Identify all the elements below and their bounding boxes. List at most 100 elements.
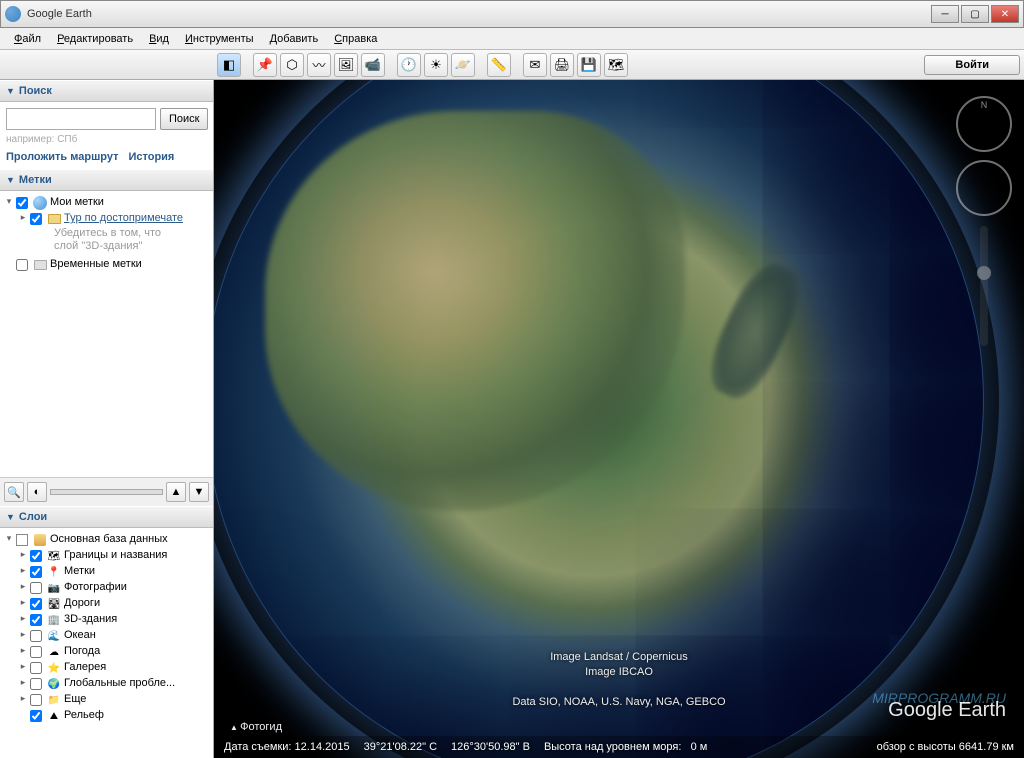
search-panel-header[interactable]: ▼ Поиск: [0, 80, 213, 102]
layer-item[interactable]: ▸📍Метки: [4, 564, 209, 580]
history-link[interactable]: История: [128, 151, 174, 163]
layer-check[interactable]: [30, 582, 42, 594]
expand-icon[interactable]: ▸: [18, 597, 28, 608]
eye-altitude-value: обзор с высоты 6641.79 км: [877, 741, 1014, 753]
layer-label: Океан: [64, 629, 209, 641]
expand-icon[interactable]: ▸: [18, 661, 28, 672]
expand-icon[interactable]: ▸: [18, 629, 28, 640]
expand-icon[interactable]: ▸: [18, 645, 28, 656]
places-contrast-button[interactable]: ◐: [27, 482, 47, 502]
layer-item[interactable]: ▸📁Еще: [4, 692, 209, 708]
expand-icon[interactable]: ▸: [18, 581, 28, 592]
minimize-button[interactable]: ─: [931, 5, 959, 23]
layer-label: Фотографии: [64, 581, 209, 593]
expand-icon[interactable]: ▸: [18, 549, 28, 560]
layer-check[interactable]: [30, 710, 42, 722]
imagery-date: Дата съемки: 12.14.2015: [224, 741, 350, 753]
search-button[interactable]: Поиск: [160, 108, 208, 130]
layer-item[interactable]: ⛰Рельеф: [4, 708, 209, 724]
layer-check[interactable]: [30, 678, 42, 690]
layer-item[interactable]: ▸⭐Галерея: [4, 660, 209, 676]
layer-check[interactable]: [30, 646, 42, 658]
places-search-button[interactable]: 🔍: [4, 482, 24, 502]
layer-icon: ⭐: [47, 661, 61, 675]
hide-sidebar-button[interactable]: ◧: [217, 53, 241, 77]
layer-check[interactable]: [30, 662, 42, 674]
layer-item[interactable]: ▸📷Фотографии: [4, 580, 209, 596]
layer-item[interactable]: ▸🌍Глобальные пробле...: [4, 676, 209, 692]
zoom-slider[interactable]: [980, 226, 988, 346]
image-overlay-button[interactable]: 🖼: [334, 53, 358, 77]
save-image-button[interactable]: 💾: [577, 53, 601, 77]
move-ring[interactable]: [956, 160, 1012, 216]
globe-icon: [33, 196, 47, 210]
close-button[interactable]: ✕: [991, 5, 1019, 23]
menu-edit[interactable]: Редактировать: [49, 30, 141, 48]
expand-icon[interactable]: ▸: [18, 677, 28, 688]
sidebar: ▼ Поиск Поиск например: СПб Проложить ма…: [0, 80, 214, 758]
layer-check[interactable]: [30, 550, 42, 562]
search-input[interactable]: [6, 108, 156, 130]
layer-item[interactable]: ▸🛣Дороги: [4, 596, 209, 612]
layer-item[interactable]: ▸ 🌊Океан: [4, 628, 209, 644]
menu-add[interactable]: Добавить: [262, 30, 327, 48]
print-button[interactable]: 🖨: [550, 53, 574, 77]
my-places-check[interactable]: [16, 197, 28, 209]
zoom-thumb[interactable]: [977, 266, 991, 280]
menubar: Файлdocument.currentScript.previousEleme…: [0, 28, 1024, 50]
sunlight-button[interactable]: ☀: [424, 53, 448, 77]
expand-icon[interactable]: ▸: [18, 693, 28, 704]
menu-file[interactable]: Файлdocument.currentScript.previousEleme…: [6, 30, 49, 48]
my-places-item[interactable]: Мои метки: [50, 196, 209, 208]
layer-item[interactable]: ▸🏢3D-здания: [4, 612, 209, 628]
menu-view[interactable]: Вид: [141, 30, 177, 48]
layer-icon: 🌊: [47, 629, 61, 643]
record-tour-button[interactable]: 📹: [361, 53, 385, 77]
path-button[interactable]: 〰: [307, 53, 331, 77]
get-directions-link[interactable]: Проложить маршрут: [6, 151, 118, 163]
sightseeing-tour-item[interactable]: Тур по достопримечате: [64, 212, 209, 224]
layer-check[interactable]: [30, 598, 42, 610]
layer-item[interactable]: ▸🗺Границы и названия: [4, 548, 209, 564]
planet-button[interactable]: 🪐: [451, 53, 475, 77]
expand-icon[interactable]: ▸: [18, 565, 28, 576]
menu-help[interactable]: Справка: [326, 30, 385, 48]
temp-places-item[interactable]: Временные метки: [50, 258, 209, 270]
layer-item[interactable]: ▸☁Погода: [4, 644, 209, 660]
primary-database-item[interactable]: Основная база данных: [50, 533, 209, 545]
expand-icon[interactable]: ▾: [4, 533, 14, 544]
move-down-button[interactable]: ▼: [189, 482, 209, 502]
expand-icon[interactable]: [18, 709, 28, 719]
history-button[interactable]: 🕐: [397, 53, 421, 77]
opacity-slider[interactable]: [50, 489, 163, 495]
tour-guide-toggle[interactable]: Фотогид: [224, 718, 288, 736]
expand-icon[interactable]: ▸: [18, 212, 28, 223]
toolbar: ◧ 📌 ⬡ 〰 🖼 📹 🕐 ☀ 🪐 📏 ✉ 🖨 💾 🗺 Войти: [0, 50, 1024, 80]
layers-panel-header[interactable]: ▼ Слои: [0, 506, 213, 528]
temp-places-check[interactable]: [16, 259, 28, 271]
layer-check[interactable]: [30, 694, 42, 706]
menu-tools[interactable]: Инструменты: [177, 30, 262, 48]
layer-check[interactable]: [30, 630, 42, 642]
login-button[interactable]: Войти: [924, 55, 1020, 75]
expand-icon[interactable]: [4, 258, 14, 268]
maximize-button[interactable]: ▢: [961, 5, 989, 23]
tour-check[interactable]: [30, 213, 42, 225]
database-check[interactable]: [16, 534, 28, 546]
view-maps-button[interactable]: 🗺: [604, 53, 628, 77]
places-tree: ▾ Мои метки ▸ Тур по достопримечате Убед…: [0, 191, 213, 477]
placemark-button[interactable]: 📌: [253, 53, 277, 77]
move-up-button[interactable]: ▲: [166, 482, 186, 502]
ruler-button[interactable]: 📏: [487, 53, 511, 77]
look-ring[interactable]: N: [956, 96, 1012, 152]
places-panel-header[interactable]: ▼ Метки: [0, 169, 213, 191]
email-button[interactable]: ✉: [523, 53, 547, 77]
polygon-button[interactable]: ⬡: [280, 53, 304, 77]
north-indicator: N: [981, 100, 988, 110]
expand-icon[interactable]: ▾: [4, 196, 14, 207]
tour-hint: Убедитесь в том, чтослой "3D-здания": [4, 227, 209, 253]
globe-viewport[interactable]: N Image Landsat / Copernicus Image IBCAO…: [214, 80, 1024, 758]
expand-icon[interactable]: ▸: [18, 613, 28, 624]
layer-check[interactable]: [30, 614, 42, 626]
layer-check[interactable]: [30, 566, 42, 578]
